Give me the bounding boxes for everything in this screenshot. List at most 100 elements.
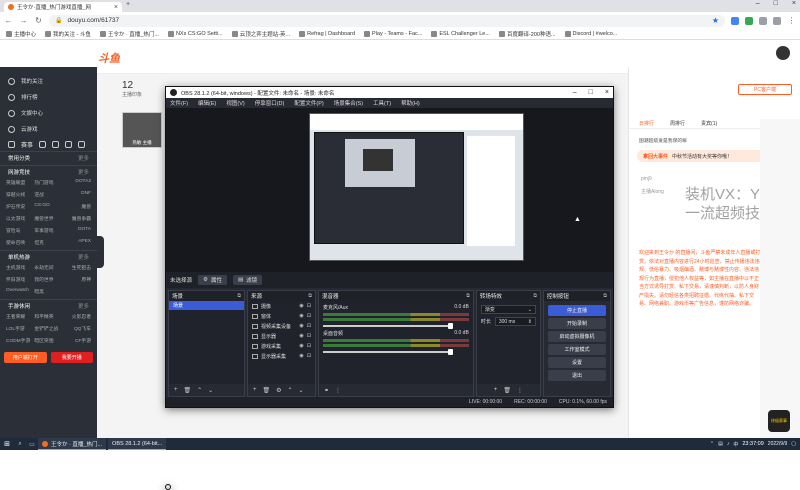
bookmark-item[interactable]: NXs CS:GO Setti... [167, 31, 223, 37]
category-icon[interactable] [39, 140, 47, 148]
float-icon[interactable]: ⧉ [466, 293, 470, 299]
exit-button[interactable]: 退出 [547, 370, 606, 381]
chevron-up-icon[interactable]: ⌃ [287, 387, 292, 394]
start-recording-button[interactable]: 开始录制 [547, 318, 606, 329]
obs-menu-item[interactable]: 编辑(E) [198, 99, 216, 107]
eye-icon[interactable]: ◉ [299, 303, 303, 309]
category-link[interactable]: 主机游戏 [6, 264, 34, 271]
lock-icon[interactable]: ⊡ [307, 313, 311, 319]
stop-streaming-button[interactable]: 停止直播 [547, 305, 606, 316]
maximize-icon[interactable]: □ [589, 89, 593, 96]
category-link[interactable]: 生死狙击 [63, 264, 91, 271]
section-more-link[interactable]: 更多 [78, 251, 89, 264]
bookmark-item[interactable]: Refrag | Dashboard [299, 31, 355, 37]
kebab-icon[interactable]: ⋮ [517, 387, 523, 394]
close-window-icon[interactable]: × [792, 0, 796, 7]
category-link[interactable]: 魔兽世界 [34, 215, 62, 222]
float-icon[interactable]: ⧉ [603, 293, 607, 299]
obs-menu-item[interactable]: 帮助(H) [401, 99, 420, 107]
category-link[interactable]: 永劫无间 [34, 264, 62, 271]
extensions-puzzle-icon[interactable] [759, 16, 767, 25]
category-link[interactable]: 逆战 [34, 191, 62, 198]
add-icon[interactable]: + [253, 387, 257, 393]
category-link[interactable]: 魔兽争霸 [63, 215, 91, 222]
kebab-icon[interactable]: ⋮ [335, 387, 341, 394]
category-link[interactable]: 暗区突围 [34, 337, 62, 344]
lock-icon[interactable]: ⊡ [307, 353, 311, 359]
chevron-down-icon[interactable]: ⌄ [208, 387, 213, 394]
category-link[interactable]: 坦克 [34, 239, 62, 246]
source-item[interactable]: 显示器 ◉ ⊡ [248, 331, 315, 341]
tray-chevron-icon[interactable]: ⌃ [710, 441, 714, 447]
category-link[interactable]: CF手游 [63, 337, 91, 344]
category-link[interactable]: 炉石传说 [6, 203, 34, 210]
category-link[interactable]: 原神 [63, 276, 91, 283]
maximize-icon[interactable]: □ [774, 0, 778, 7]
lock-icon[interactable]: ⊡ [307, 323, 311, 329]
lock-icon[interactable]: ⊡ [307, 343, 311, 349]
go-live-button[interactable]: 我要开播 [50, 352, 93, 363]
category-icon[interactable] [78, 140, 86, 148]
source-item[interactable]: 显示器采集 ◉ ⊡ [248, 351, 315, 361]
rank-tab[interactable]: 周排行 [670, 120, 685, 127]
category-link[interactable]: Overwatch [6, 288, 34, 295]
category-link[interactable]: CS:GO [34, 203, 62, 210]
settings-button[interactable]: 设置 [547, 357, 606, 368]
sidebar-item[interactable]: 文娱中心 [0, 105, 97, 121]
section-more-link[interactable]: 更多 [78, 166, 89, 179]
category-link[interactable]: 军事游戏 [34, 227, 62, 234]
sidebar-section-header[interactable]: 网游竞技 更多 [0, 165, 97, 179]
obs-menu-item[interactable]: 视图(V) [226, 99, 244, 107]
eye-icon[interactable]: ◉ [299, 323, 303, 329]
lock-icon[interactable]: ⊡ [307, 303, 311, 309]
taskbar-app-obs[interactable]: OBS 28.1.2 (64-bit... [108, 438, 171, 490]
volume-slider[interactable] [322, 323, 454, 329]
category-link[interactable]: 暗黑 [34, 288, 62, 295]
obs-menu-item[interactable]: 文件(F) [170, 99, 188, 107]
sidebar-item-label[interactable]: 赛事 [21, 140, 33, 149]
category-link[interactable]: 冒险岛 [6, 227, 34, 234]
eye-icon[interactable]: ◉ [299, 313, 303, 319]
section-more-link[interactable]: 更多 [78, 300, 89, 313]
search-icon[interactable]: ⌕ [14, 438, 26, 450]
scene-item[interactable]: 场景 [169, 301, 244, 310]
category-link[interactable]: DOTA2 [63, 179, 91, 186]
category-link[interactable]: 金铲铲之战 [34, 325, 62, 332]
source-item[interactable]: 游戏采集 ◉ ⊡ [248, 341, 315, 351]
pc-client-button[interactable]: PC客户端 [738, 84, 792, 95]
eye-icon[interactable]: ◉ [299, 343, 303, 349]
obs-preview[interactable]: ▲ [166, 108, 613, 272]
category-link[interactable]: 和平精英 [34, 313, 62, 320]
bookmark-item[interactable]: 主播中心 [6, 30, 36, 38]
transition-select[interactable]: 渐变 ⌄ [480, 305, 536, 314]
slider-knob[interactable] [448, 323, 454, 329]
category-link[interactable]: LOL手游 [6, 325, 34, 332]
category-link[interactable]: CODM手游 [6, 337, 34, 344]
trash-icon[interactable]: 🗑 [184, 387, 192, 394]
menu-kebab-icon[interactable]: ⋮ [787, 16, 796, 25]
back-icon[interactable]: ← [4, 16, 13, 25]
category-link[interactable]: 英雄联盟 [6, 179, 34, 186]
network-icon[interactable]: ▤ [718, 441, 723, 447]
sidebar-item[interactable]: 排行榜 [0, 89, 97, 105]
obs-menu-item[interactable]: 停靠窗口(D) [255, 99, 285, 107]
obs-menu-item[interactable]: 配置文件(P) [294, 99, 323, 107]
bookmark-item[interactable]: 王令か · 直播_热门... [99, 30, 159, 38]
reload-icon[interactable]: ↻ [34, 16, 43, 25]
notification-icon[interactable]: ▢ [791, 441, 796, 447]
volume-slider[interactable] [322, 349, 454, 355]
task-view-icon[interactable]: ▭ [26, 438, 38, 450]
chevron-down-icon[interactable]: ⌄ [299, 387, 304, 394]
volume-icon[interactable]: ♪ [727, 441, 730, 447]
properties-button[interactable]: ⚙ 属性 [198, 275, 227, 285]
sidebar-collapse-handle[interactable] [97, 236, 104, 268]
lock-icon[interactable]: ⊡ [307, 333, 311, 339]
input-language[interactable]: 中 [733, 441, 738, 448]
browser-tab[interactable]: 王令か·直播_热门游戏直播_网 × [4, 2, 122, 12]
user-avatar[interactable] [776, 46, 790, 60]
eye-icon[interactable]: ◉ [299, 333, 303, 339]
rank-tab[interactable]: 日排行 [639, 120, 654, 127]
float-icon[interactable]: ⧉ [237, 293, 241, 299]
bookmark-item[interactable]: 云顶之弈主题站-英... [231, 30, 290, 38]
close-tab-icon[interactable]: × [114, 4, 118, 11]
